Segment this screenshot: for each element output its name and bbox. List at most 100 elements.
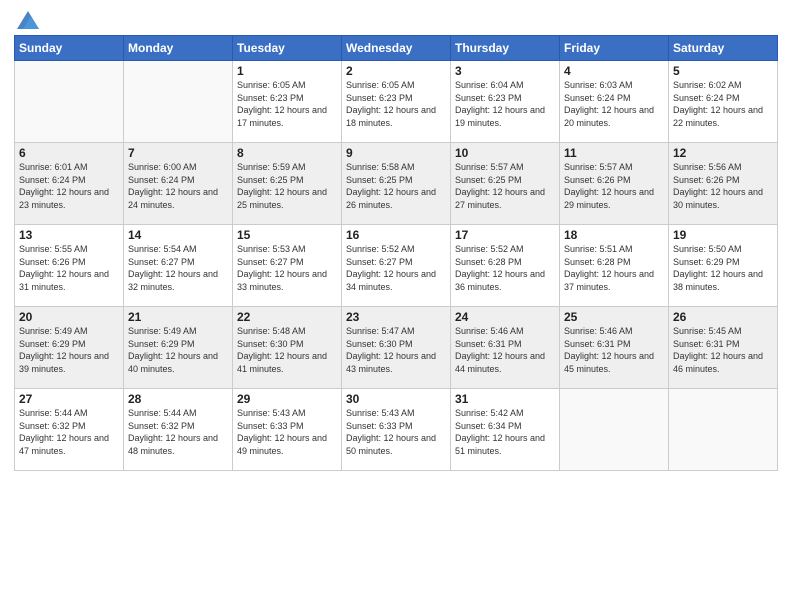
day-info: Sunrise: 5:46 AM Sunset: 6:31 PM Dayligh… <box>564 326 654 374</box>
day-info: Sunrise: 5:46 AM Sunset: 6:31 PM Dayligh… <box>455 326 545 374</box>
day-number: 28 <box>128 392 228 406</box>
day-number: 25 <box>564 310 664 324</box>
calendar-cell: 28 Sunrise: 5:44 AM Sunset: 6:32 PM Dayli… <box>124 389 233 471</box>
day-info: Sunrise: 6:02 AM Sunset: 6:24 PM Dayligh… <box>673 80 763 128</box>
calendar-cell: 8 Sunrise: 5:59 AM Sunset: 6:25 PM Daylig… <box>233 143 342 225</box>
calendar-cell: 12 Sunrise: 5:56 AM Sunset: 6:26 PM Dayli… <box>669 143 778 225</box>
calendar-cell: 29Sunrise: 5:43 AM Sunset: 6:33 PM Dayli… <box>233 389 342 471</box>
day-number: 14 <box>128 228 228 242</box>
day-number: 11 <box>564 146 664 160</box>
day-number: 5 <box>673 64 773 78</box>
day-info: Sunrise: 5:56 AM Sunset: 6:26 PM Dayligh… <box>673 162 763 210</box>
day-info: Sunrise: 6:04 AM Sunset: 6:23 PM Dayligh… <box>455 80 545 128</box>
day-number: 24 <box>455 310 555 324</box>
day-number: 4 <box>564 64 664 78</box>
header-wednesday: Wednesday <box>342 36 451 61</box>
calendar-cell: 1 Sunrise: 6:05 AM Sunset: 6:23 PM Daylig… <box>233 61 342 143</box>
day-number: 27 <box>19 392 119 406</box>
day-info: Sunrise: 5:47 AM Sunset: 6:30 PM Dayligh… <box>346 326 436 374</box>
day-number: 8 <box>237 146 337 160</box>
page: Sunday Monday Tuesday Wednesday Thursday… <box>0 0 792 612</box>
day-number: 26 <box>673 310 773 324</box>
header-tuesday: Tuesday <box>233 36 342 61</box>
calendar-cell: 24 Sunrise: 5:46 AM Sunset: 6:31 PM Dayli… <box>451 307 560 389</box>
calendar-week-row: 27 Sunrise: 5:44 AM Sunset: 6:32 PM Dayli… <box>15 389 778 471</box>
day-info: Sunrise: 5:57 AM Sunset: 6:26 PM Dayligh… <box>564 162 654 210</box>
day-info: Sunrise: 5:44 AM Sunset: 6:32 PM Dayligh… <box>19 408 109 456</box>
day-info: Sunrise: 5:45 AM Sunset: 6:31 PM Dayligh… <box>673 326 763 374</box>
calendar-week-row: 1 Sunrise: 6:05 AM Sunset: 6:23 PM Daylig… <box>15 61 778 143</box>
calendar-cell: 20 Sunrise: 5:49 AM Sunset: 6:29 PM Dayli… <box>15 307 124 389</box>
day-info: Sunrise: 5:52 AM Sunset: 6:28 PM Dayligh… <box>455 244 545 292</box>
day-number: 6 <box>19 146 119 160</box>
day-number: 15 <box>237 228 337 242</box>
calendar-week-row: 13 Sunrise: 5:55 AM Sunset: 6:26 PM Dayli… <box>15 225 778 307</box>
day-info: Sunrise: 5:44 AM Sunset: 6:32 PM Dayligh… <box>128 408 218 456</box>
calendar-table: Sunday Monday Tuesday Wednesday Thursday… <box>14 35 778 471</box>
header <box>14 10 778 29</box>
day-number: 16 <box>346 228 446 242</box>
day-number: 18 <box>564 228 664 242</box>
calendar-cell: 13 Sunrise: 5:55 AM Sunset: 6:26 PM Dayli… <box>15 225 124 307</box>
day-info: Sunrise: 5:43 AM Sunset: 6:33 PM Dayligh… <box>346 408 436 456</box>
day-number: 20 <box>19 310 119 324</box>
day-info: Sunrise: 6:05 AM Sunset: 6:23 PM Dayligh… <box>346 80 436 128</box>
calendar-cell: 11 Sunrise: 5:57 AM Sunset: 6:26 PM Dayli… <box>560 143 669 225</box>
day-number: 12 <box>673 146 773 160</box>
calendar-cell: 31 Sunrise: 5:42 AM Sunset: 6:34 PM Dayli… <box>451 389 560 471</box>
calendar-cell: 17 Sunrise: 5:52 AM Sunset: 6:28 PM Dayli… <box>451 225 560 307</box>
header-saturday: Saturday <box>669 36 778 61</box>
day-info: Sunrise: 5:53 AM Sunset: 6:27 PM Dayligh… <box>237 244 327 292</box>
weekday-header-row: Sunday Monday Tuesday Wednesday Thursday… <box>15 36 778 61</box>
calendar-cell: 19 Sunrise: 5:50 AM Sunset: 6:29 PM Dayli… <box>669 225 778 307</box>
day-info: Sunrise: 5:57 AM Sunset: 6:25 PM Dayligh… <box>455 162 545 210</box>
day-number: 21 <box>128 310 228 324</box>
day-info: Sunrise: 6:00 AM Sunset: 6:24 PM Dayligh… <box>128 162 218 210</box>
calendar-cell <box>669 389 778 471</box>
day-number: 2 <box>346 64 446 78</box>
day-info: Sunrise: 5:52 AM Sunset: 6:27 PM Dayligh… <box>346 244 436 292</box>
logo-icon <box>17 11 39 29</box>
day-info: Sunrise: 5:49 AM Sunset: 6:29 PM Dayligh… <box>19 326 109 374</box>
day-info: Sunrise: 5:48 AM Sunset: 6:30 PM Dayligh… <box>237 326 327 374</box>
calendar-cell: 14 Sunrise: 5:54 AM Sunset: 6:27 PM Dayli… <box>124 225 233 307</box>
day-info: Sunrise: 5:49 AM Sunset: 6:29 PM Dayligh… <box>128 326 218 374</box>
day-number: 9 <box>346 146 446 160</box>
calendar-cell: 9Sunrise: 5:58 AM Sunset: 6:25 PM Daylig… <box>342 143 451 225</box>
calendar-cell: 15 Sunrise: 5:53 AM Sunset: 6:27 PM Dayli… <box>233 225 342 307</box>
header-friday: Friday <box>560 36 669 61</box>
calendar-cell: 26 Sunrise: 5:45 AM Sunset: 6:31 PM Dayli… <box>669 307 778 389</box>
day-info: Sunrise: 5:43 AM Sunset: 6:33 PM Dayligh… <box>237 408 327 456</box>
calendar-cell: 18 Sunrise: 5:51 AM Sunset: 6:28 PM Dayli… <box>560 225 669 307</box>
day-number: 13 <box>19 228 119 242</box>
day-number: 1 <box>237 64 337 78</box>
calendar-cell <box>15 61 124 143</box>
day-info: Sunrise: 6:05 AM Sunset: 6:23 PM Dayligh… <box>237 80 327 128</box>
calendar-cell: 30Sunrise: 5:43 AM Sunset: 6:33 PM Dayli… <box>342 389 451 471</box>
header-thursday: Thursday <box>451 36 560 61</box>
calendar-cell <box>124 61 233 143</box>
calendar-cell: 6 Sunrise: 6:01 AM Sunset: 6:24 PM Daylig… <box>15 143 124 225</box>
day-info: Sunrise: 5:55 AM Sunset: 6:26 PM Dayligh… <box>19 244 109 292</box>
day-info: Sunrise: 5:42 AM Sunset: 6:34 PM Dayligh… <box>455 408 545 456</box>
calendar-cell: 2 Sunrise: 6:05 AM Sunset: 6:23 PM Daylig… <box>342 61 451 143</box>
day-number: 23 <box>346 310 446 324</box>
day-number: 22 <box>237 310 337 324</box>
day-info: Sunrise: 5:50 AM Sunset: 6:29 PM Dayligh… <box>673 244 763 292</box>
day-number: 31 <box>455 392 555 406</box>
calendar-week-row: 6 Sunrise: 6:01 AM Sunset: 6:24 PM Daylig… <box>15 143 778 225</box>
calendar-week-row: 20 Sunrise: 5:49 AM Sunset: 6:29 PM Dayli… <box>15 307 778 389</box>
calendar-cell <box>560 389 669 471</box>
calendar-cell: 16 Sunrise: 5:52 AM Sunset: 6:27 PM Dayli… <box>342 225 451 307</box>
day-number: 3 <box>455 64 555 78</box>
calendar-cell: 21 Sunrise: 5:49 AM Sunset: 6:29 PM Dayli… <box>124 307 233 389</box>
day-info: Sunrise: 5:54 AM Sunset: 6:27 PM Dayligh… <box>128 244 218 292</box>
header-sunday: Sunday <box>15 36 124 61</box>
day-info: Sunrise: 6:01 AM Sunset: 6:24 PM Dayligh… <box>19 162 109 210</box>
day-info: Sunrise: 5:51 AM Sunset: 6:28 PM Dayligh… <box>564 244 654 292</box>
day-number: 19 <box>673 228 773 242</box>
calendar-cell: 22 Sunrise: 5:48 AM Sunset: 6:30 PM Dayli… <box>233 307 342 389</box>
calendar-cell: 27 Sunrise: 5:44 AM Sunset: 6:32 PM Dayli… <box>15 389 124 471</box>
day-number: 17 <box>455 228 555 242</box>
day-info: Sunrise: 5:59 AM Sunset: 6:25 PM Dayligh… <box>237 162 327 210</box>
